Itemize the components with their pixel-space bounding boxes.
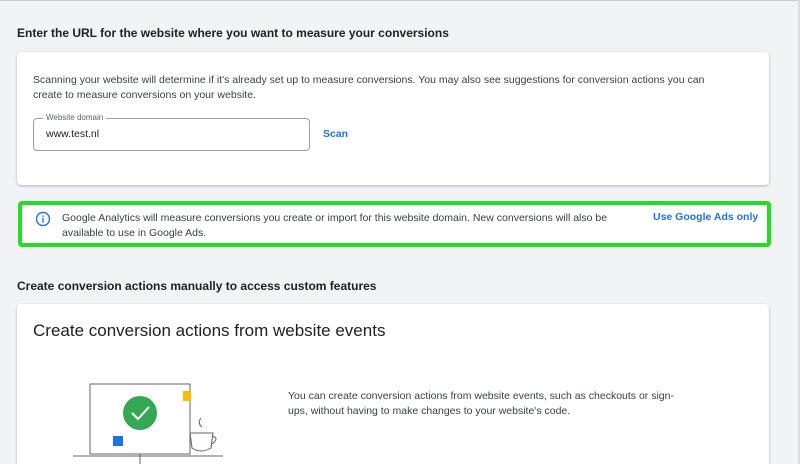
top-divider (0, 0, 800, 1)
computer-checkmark-illustration (73, 383, 223, 464)
website-domain-field[interactable]: Website domain www.test.nl (33, 113, 310, 151)
website-scan-card: Scanning your website will determine if … (17, 52, 769, 185)
use-google-ads-only-link[interactable]: Use Google Ads only (653, 211, 758, 223)
ga-notice-text: Google Analytics will measure conversion… (62, 212, 608, 239)
google-analytics-notice: Google Analytics will measure conversion… (18, 201, 771, 247)
manual-section-heading: Create conversion actions manually to ac… (17, 279, 377, 293)
events-card-description: You can create conversion actions from w… (288, 390, 674, 417)
scan-button[interactable]: Scan (323, 128, 348, 140)
scan-description: Scanning your website will determine if … (33, 74, 705, 101)
website-domain-label: Website domain (43, 113, 107, 123)
info-icon (35, 211, 51, 227)
website-domain-input[interactable]: www.test.nl (46, 128, 99, 140)
events-card-title: Create conversion actions from website e… (33, 321, 386, 340)
website-events-card: Create conversion actions from website e… (17, 304, 769, 464)
url-section-heading: Enter the URL for the website where you … (17, 26, 449, 40)
